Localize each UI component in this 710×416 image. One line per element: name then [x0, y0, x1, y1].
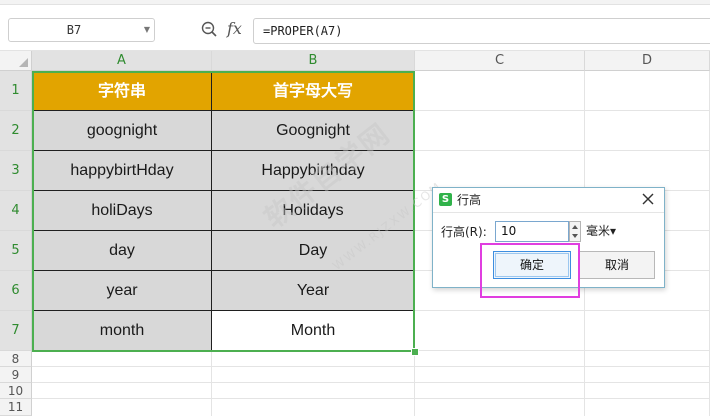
gridline — [415, 150, 710, 151]
formula-input[interactable]: =PROPER(A7) — [253, 18, 710, 44]
gridline — [32, 382, 710, 383]
column-header-c[interactable]: C — [415, 51, 585, 71]
gridline — [415, 110, 710, 111]
row-height-input[interactable]: 10 — [495, 221, 569, 242]
gridline — [415, 310, 710, 311]
close-icon[interactable] — [640, 191, 656, 207]
zoom-icon[interactable] — [200, 20, 220, 40]
row-header-3[interactable]: 3 — [0, 151, 32, 191]
row-height-stepper[interactable] — [569, 221, 581, 242]
unit-select[interactable]: 毫米▾ — [586, 223, 616, 239]
formula-text: =PROPER(A7) — [263, 24, 343, 38]
cancel-button[interactable]: 取消 — [579, 251, 655, 279]
row-header-4[interactable]: 4 — [0, 191, 32, 231]
chevron-down-icon[interactable]: ▼ — [144, 22, 150, 38]
selection-range-border — [32, 71, 415, 352]
row-height-label: 行高(R): — [441, 225, 487, 239]
column-header-b[interactable]: B — [212, 51, 415, 71]
row-header-10[interactable]: 10 — [0, 383, 32, 399]
name-box-value: B7 — [66, 23, 82, 37]
fx-icon[interactable]: fx — [227, 18, 247, 40]
gridline — [211, 351, 212, 416]
row-header-7[interactable]: 7 — [0, 311, 32, 351]
gridline — [415, 350, 710, 351]
dialog-title: 行高 — [457, 193, 482, 207]
toolbar-edge — [0, 0, 710, 5]
row-header-6[interactable]: 6 — [0, 271, 32, 311]
highlight-box — [480, 243, 580, 298]
stepper-down-icon[interactable] — [572, 234, 578, 238]
column-header-d[interactable]: D — [585, 51, 710, 71]
row-header-8[interactable]: 8 — [0, 351, 32, 367]
dialog-titlebar[interactable]: S 行高 — [433, 188, 664, 213]
fill-handle[interactable] — [411, 348, 419, 356]
select-all-corner[interactable] — [0, 51, 32, 71]
row-header-1[interactable]: 1 — [0, 71, 32, 111]
gridline — [32, 366, 710, 367]
stepper-up-icon[interactable] — [572, 225, 578, 229]
row-header-9[interactable]: 9 — [0, 367, 32, 383]
gridline — [32, 398, 710, 399]
row-header-5[interactable]: 5 — [0, 231, 32, 271]
app-logo-icon: S — [439, 193, 452, 206]
row-header-11[interactable]: 11 — [0, 399, 32, 416]
row-header-2[interactable]: 2 — [0, 111, 32, 151]
column-header-a[interactable]: A — [32, 51, 212, 71]
gridline — [414, 351, 415, 416]
name-box[interactable]: B7 ▼ — [8, 18, 155, 42]
